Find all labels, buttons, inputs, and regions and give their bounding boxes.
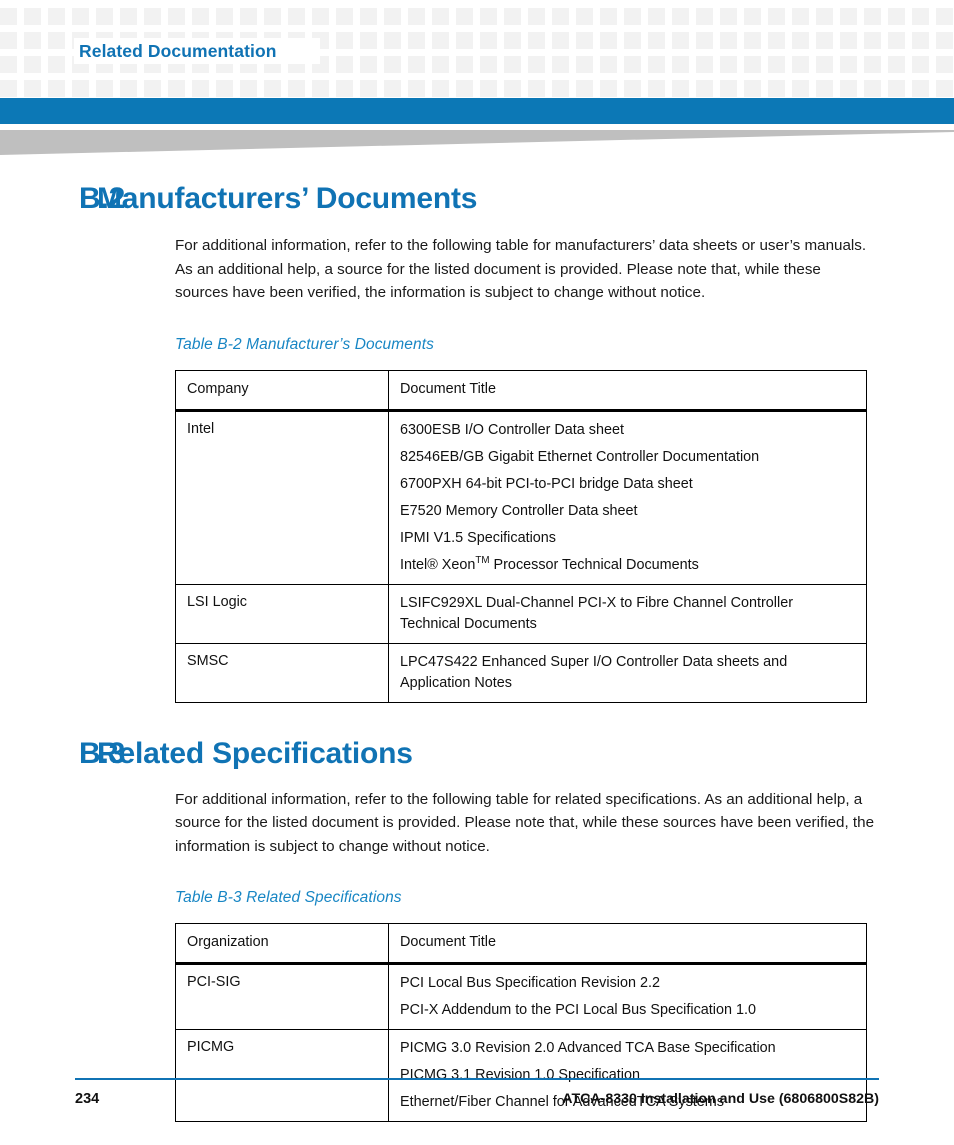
header-grey-wedge [0,130,954,158]
section-title-b2: Manufacturers’ Documents [97,182,478,215]
column-header-company: Company [175,369,389,412]
page-content: B.2 Manufacturers’ Documents For additio… [0,158,954,1122]
cell-documents: LSIFC929XL Dual-Channel PCI-X to Fibre C… [388,583,867,644]
footer-document-title: ATCA-8330 Installation and Use (6806800S… [562,1091,879,1107]
running-head-title: Related Documentation [79,41,277,61]
table-manufacturers-documents: Company Document Title Intel 6300ESB I/O… [175,369,867,703]
document-line: PCI Local Bus Specification Revision 2.2 [400,975,660,991]
column-header-document-title: Document Title [388,369,867,412]
checker-row [0,80,954,97]
document-line: PICMG 3.0 Revision 2.0 Advanced TCA Base… [400,1040,776,1056]
column-header-organization: Organization [175,923,389,965]
header-blue-rule [0,98,954,124]
table-row: Intel 6300ESB I/O Controller Data sheet … [175,409,867,585]
document-line: LPC47S422 Enhanced Super I/O Controller … [400,653,788,691]
cell-company: Intel [175,409,389,585]
trademark-superscript: TM [475,554,490,566]
document-line: 6700PXH 64-bit PCI-to-PCI bridge Data sh… [400,475,693,492]
checker-row [0,8,954,25]
column-header-document-title: Document Title [388,923,867,965]
section-heading-b2: B.2 Manufacturers’ Documents [0,182,954,216]
table-caption-b2: Table B-2 Manufacturer’s Documents [175,335,434,353]
table-header-row: Company Document Title [175,369,867,412]
cell-documents: PCI Local Bus Specification Revision 2.2… [388,963,867,1030]
section-number-b3: B.3 [79,736,126,770]
table-row: LSI Logic LSIFC929XL Dual-Channel PCI-X … [175,583,867,644]
table-row: PCI-SIG PCI Local Bus Specification Revi… [175,963,867,1030]
document-line: LSIFC929XL Dual-Channel PCI-X to Fibre C… [400,594,794,632]
document-line-xeon: Intel® XeonTM Processor Technical Docume… [400,555,856,576]
table-header-row: Organization Document Title [175,923,867,965]
document-line: E7520 Memory Controller Data sheet [400,502,638,519]
xeon-suffix: Processor Technical Documents [489,556,699,573]
cell-organization: PCI-SIG [175,963,389,1030]
xeon-prefix: Intel® Xeon [400,556,476,573]
section-paragraph-b2: For additional information, refer to the… [175,237,867,301]
section-number-b2: B.2 [79,182,126,215]
cell-company: SMSC [175,642,389,703]
footer-row: 234 ATCA-8330 Installation and Use (6806… [0,1091,954,1111]
section-title-b3: Related Specifications [97,736,413,770]
footer-divider [75,1078,879,1080]
cell-company: LSI Logic [175,583,389,644]
section-heading-b3: B.3 Related Specifications [0,737,954,771]
document-line: 6300ESB I/O Controller Data sheet [400,421,624,438]
cell-documents: LPC47S422 Enhanced Super I/O Controller … [388,642,867,703]
document-line: IPMI V1.5 Specifications [400,529,556,546]
document-line: 82546EB/GB Gigabit Ethernet Controller D… [400,448,760,465]
document-line: PCI-X Addendum to the PCI Local Bus Spec… [400,1002,756,1018]
table-row: SMSC LPC47S422 Enhanced Super I/O Contro… [175,642,867,703]
section-paragraph-b3: For additional information, refer to the… [175,790,875,855]
cell-documents: 6300ESB I/O Controller Data sheet 82546E… [388,409,867,585]
page-footer: 234 ATCA-8330 Installation and Use (6806… [0,1078,954,1111]
table-caption-b3: Table B-3 Related Specifications [175,889,402,906]
